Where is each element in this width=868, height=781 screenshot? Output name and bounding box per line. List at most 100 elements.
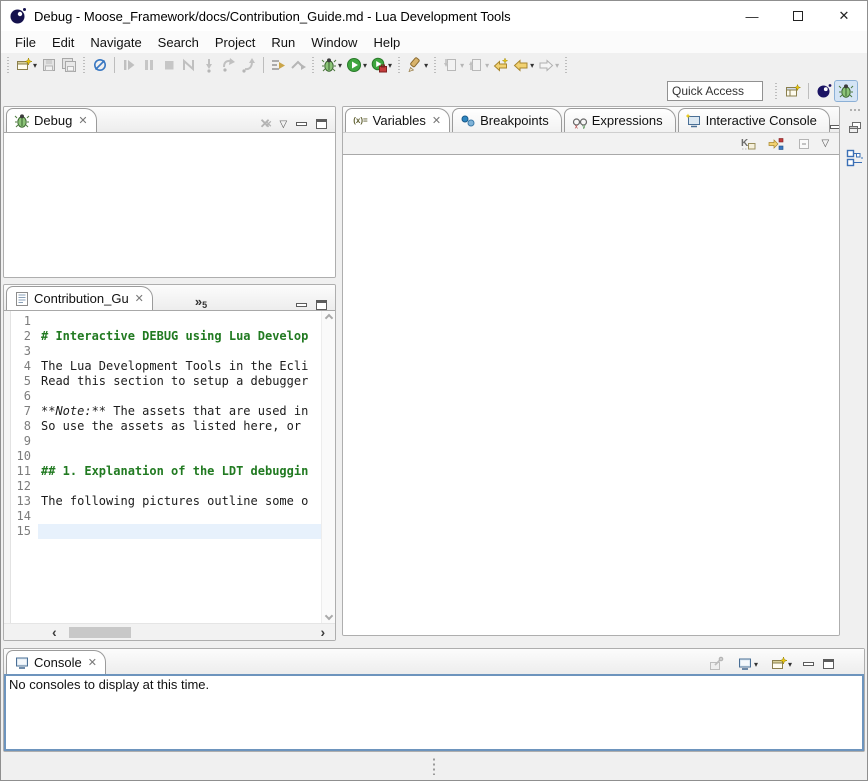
debug-button[interactable]: ▾ [319, 55, 344, 75]
new-wizard-dropdown-icon[interactable]: ▾ [33, 61, 37, 70]
next-annotation-dropdown-icon[interactable]: ▾ [460, 61, 464, 70]
variables-view: (x)= Variables ✕ Breakpoints xy Expressi… [342, 106, 840, 636]
console-output[interactable]: No consoles to display at this time. [4, 674, 864, 751]
view-menu-icon[interactable]: ▽ [822, 138, 830, 149]
editor-horizontal-scrollbar[interactable]: ‹ › [4, 623, 335, 640]
show-type-names-button[interactable]: K [738, 134, 758, 154]
quick-access-input[interactable] [667, 81, 763, 101]
statusbar-drag-handle[interactable] [432, 757, 436, 775]
suspend-button[interactable] [139, 55, 159, 75]
marker-pen-dropdown-icon[interactable]: ▾ [424, 61, 428, 70]
window-minimize-button[interactable]: — [729, 1, 775, 31]
step-over-button[interactable] [219, 55, 239, 75]
use-step-filters-button[interactable] [268, 55, 288, 75]
tab-console[interactable]: Console ✕ [6, 650, 106, 674]
strip-drag-handle[interactable] [849, 108, 861, 112]
editor-vertical-scrollbar[interactable] [321, 311, 335, 623]
tab-contribution-guide[interactable]: Contribution_Gu ✕ [6, 286, 153, 310]
debug-dropdown-icon[interactable]: ▾ [338, 61, 342, 70]
close-icon[interactable]: ✕ [135, 292, 144, 305]
back-button[interactable]: ▾ [511, 55, 536, 75]
maximize-view-icon[interactable] [316, 119, 327, 129]
minimize-view-icon[interactable] [830, 125, 840, 129]
outline-view-button[interactable] [846, 149, 864, 170]
step-return-button[interactable] [239, 55, 259, 75]
disconnect-button[interactable] [179, 55, 199, 75]
minimize-view-icon[interactable] [803, 662, 814, 666]
debug-tab-label: Debug [34, 113, 72, 128]
code-area[interactable]: 1 2# Interactive DEBUG using Lua Develop… [11, 311, 321, 623]
last-edit-location-button[interactable] [491, 55, 511, 75]
skip-all-breakpoints-button[interactable] [90, 55, 110, 75]
code-line-current: 15 [11, 524, 321, 539]
console-select-dropdown-icon[interactable]: ▾ [754, 660, 758, 669]
scroll-right-icon[interactable]: › [317, 625, 330, 640]
perspective-bar [1, 77, 867, 104]
collapse-all-button[interactable] [794, 134, 814, 154]
remove-all-terminated-icon[interactable]: ✕✕ [260, 116, 271, 132]
forward-button[interactable]: ▾ [536, 55, 561, 75]
terminate-button[interactable] [159, 55, 179, 75]
scroll-up-icon[interactable] [324, 314, 332, 322]
title-bar: Debug - Moose_Framework/docs/Contributio… [1, 1, 867, 31]
menu-help[interactable]: Help [365, 33, 408, 52]
menu-window[interactable]: Window [303, 33, 365, 52]
back-dropdown-icon[interactable]: ▾ [530, 61, 534, 70]
open-perspective-button[interactable] [782, 81, 804, 101]
resume-button[interactable] [119, 55, 139, 75]
tab-variables[interactable]: (x)= Variables ✕ [345, 108, 450, 132]
pin-console-button[interactable] [706, 654, 726, 674]
show-logical-structure-button[interactable] [766, 134, 786, 154]
minimize-view-icon[interactable] [296, 303, 307, 307]
tab-expressions[interactable]: xy Expressions [564, 108, 676, 132]
open-console-dropdown-icon[interactable]: ▾ [788, 660, 792, 669]
new-wizard-button[interactable]: ▾ [14, 55, 39, 75]
code-line: 8So use the assets as listed here, or [11, 419, 321, 434]
close-icon[interactable]: ✕ [88, 656, 97, 669]
run-dropdown-icon[interactable]: ▾ [363, 61, 367, 70]
save-button[interactable] [39, 55, 59, 75]
scroll-down-icon[interactable] [324, 612, 332, 620]
previous-annotation-button[interactable]: ▾ [466, 55, 491, 75]
forward-dropdown-icon[interactable]: ▾ [555, 61, 559, 70]
tab-interactive-console[interactable]: Interactive Console [678, 108, 830, 132]
menu-project[interactable]: Project [207, 33, 263, 52]
tab-debug[interactable]: Debug ✕ [6, 108, 97, 132]
console-tabbar: Console ✕ ▾ ▾ [4, 649, 864, 674]
close-icon[interactable]: ✕ [78, 114, 87, 127]
external-tools-dropdown-icon[interactable]: ▾ [388, 61, 392, 70]
tab-breakpoints[interactable]: Breakpoints [452, 108, 562, 132]
maximize-view-icon[interactable] [316, 300, 327, 310]
menu-search[interactable]: Search [150, 33, 207, 52]
scroll-left-icon[interactable]: ‹ [48, 625, 61, 640]
console-view: Console ✕ ▾ ▾ No consoles to d [3, 648, 865, 752]
minimized-view-strip [843, 106, 867, 644]
maximize-view-icon[interactable] [823, 659, 834, 669]
code-line: 13The following pictures outline some o [11, 494, 321, 509]
scrollbar-thumb[interactable] [69, 627, 131, 638]
run-external-tools-button[interactable]: ▾ [369, 55, 394, 75]
window-close-button[interactable]: ✕ [821, 1, 867, 31]
editor-overflow-button[interactable]: » 5 [195, 294, 207, 310]
menu-navigate[interactable]: Navigate [82, 33, 149, 52]
view-menu-icon[interactable]: ▽ [280, 119, 288, 130]
next-annotation-button[interactable]: ▾ [441, 55, 466, 75]
open-console-button[interactable]: ▾ [769, 654, 794, 674]
scrollbar-track[interactable] [61, 627, 317, 638]
debug-perspective-button[interactable] [835, 81, 857, 101]
marker-pen-button[interactable]: ▾ [405, 55, 430, 75]
restore-views-button[interactable] [847, 120, 863, 139]
previous-annotation-dropdown-icon[interactable]: ▾ [485, 61, 489, 70]
step-into-button[interactable] [199, 55, 219, 75]
run-button[interactable]: ▾ [344, 55, 369, 75]
window-maximize-button[interactable] [775, 1, 821, 31]
menu-file[interactable]: File [7, 33, 44, 52]
menu-run[interactable]: Run [263, 33, 303, 52]
minimize-view-icon[interactable] [296, 122, 307, 126]
display-selected-console-button[interactable]: ▾ [735, 654, 760, 674]
lua-perspective-button[interactable] [813, 81, 835, 101]
save-all-button[interactable] [59, 55, 79, 75]
close-icon[interactable]: ✕ [432, 114, 441, 127]
menu-edit[interactable]: Edit [44, 33, 82, 52]
restart-button[interactable] [288, 55, 308, 75]
